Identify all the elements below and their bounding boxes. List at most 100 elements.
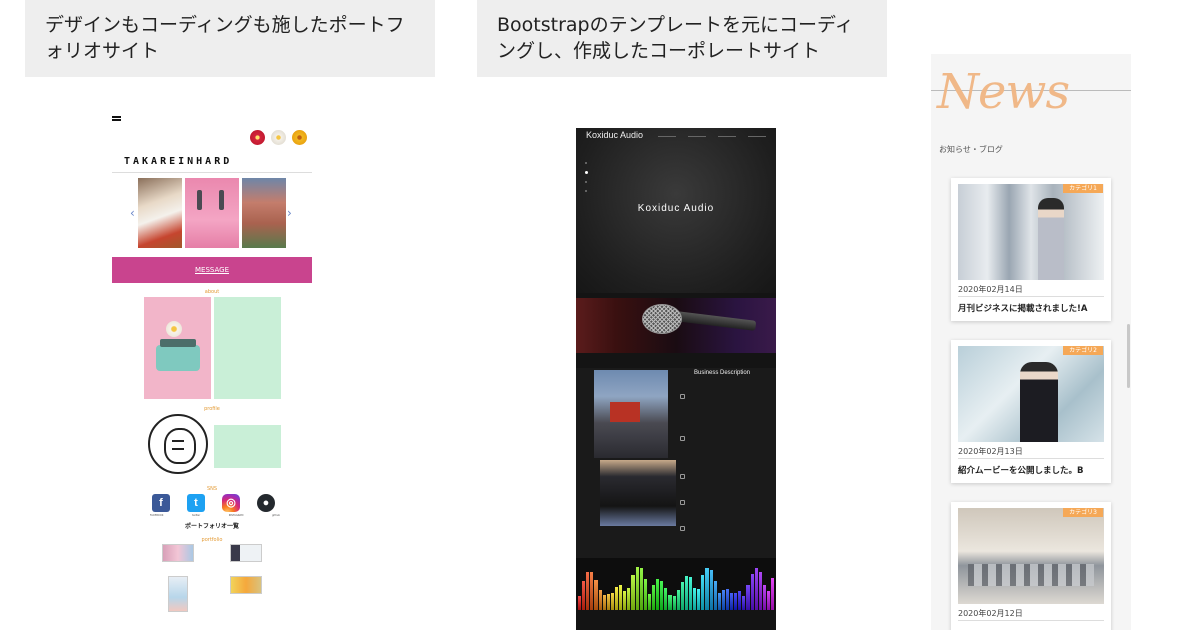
equalizer-bar xyxy=(610,593,614,610)
business-item xyxy=(680,474,770,490)
nav-item[interactable] xyxy=(658,136,676,137)
equalizer-bar xyxy=(676,590,680,610)
nav-item[interactable] xyxy=(748,136,766,137)
nav-item[interactable] xyxy=(718,136,736,137)
category-tag: カテゴリ1 xyxy=(1063,184,1103,193)
hero-title: Koxiduc Audio xyxy=(637,203,715,214)
equalizer-bar xyxy=(647,594,651,610)
lion-illustration xyxy=(148,414,208,474)
news-card[interactable]: カテゴリ3 2020年02月12日 xyxy=(951,502,1111,630)
thumbnail-image xyxy=(168,576,188,612)
portfolio-caption-text: デザインもコーディングも施したポートフォリオサイト xyxy=(45,14,405,63)
equalizer-bar xyxy=(635,567,639,610)
flower-photo-detail xyxy=(166,321,182,337)
instagram-icon[interactable]: ◎ xyxy=(222,494,240,512)
typewriter-photo-detail xyxy=(156,339,200,371)
sns-label: twitter xyxy=(191,514,201,517)
equalizer-bar xyxy=(598,590,602,610)
equalizer-bar xyxy=(619,585,623,610)
category-tag: カテゴリ2 xyxy=(1063,346,1103,355)
equalizer-bar xyxy=(688,577,693,610)
indicator-dot[interactable] xyxy=(585,190,587,192)
github-icon[interactable]: ● xyxy=(257,494,275,512)
equalizer-bar xyxy=(643,579,647,610)
flower-decoration xyxy=(248,128,309,147)
chevron-left-icon[interactable]: ‹ xyxy=(130,206,135,220)
equalizer-graphic xyxy=(576,558,776,610)
news-date: 2020年02月13日 xyxy=(958,447,1023,456)
facebook-icon[interactable]: f xyxy=(152,494,170,512)
category-tag: カテゴリ3 xyxy=(1063,508,1103,517)
equalizer-bar xyxy=(693,588,697,610)
news-date: 2020年02月12日 xyxy=(958,609,1023,618)
nav-item[interactable] xyxy=(688,136,706,137)
equalizer-bar xyxy=(734,593,738,610)
plumeria-yellow-icon xyxy=(290,128,309,147)
business-title: Business Description xyxy=(693,370,751,376)
indicator-dot[interactable] xyxy=(585,162,587,164)
corporate-site-screenshot[interactable]: Koxiduc Audio Koxiduc Audio Business Des… xyxy=(576,128,776,630)
stage-truck-photo xyxy=(594,370,668,458)
pen-icon xyxy=(680,436,685,441)
portfolio-thumbnail[interactable] xyxy=(162,544,194,562)
hamburger-menu-icon[interactable] xyxy=(112,116,121,121)
equalizer-bar xyxy=(623,591,627,610)
speaker-icon xyxy=(680,474,685,479)
equalizer-bar xyxy=(680,582,684,610)
sliders-icon xyxy=(680,500,685,505)
equalizer-bar xyxy=(578,596,582,610)
portfolio-brand: TAKAREINHARD xyxy=(124,156,233,167)
equalizer-bar xyxy=(586,572,590,610)
equalizer-bar xyxy=(762,585,767,610)
thumbnail-image xyxy=(230,544,262,562)
equalizer-bar xyxy=(746,585,750,610)
equalizer-bar xyxy=(660,581,664,610)
slide-hotel xyxy=(242,178,286,248)
image-slider[interactable]: ‹ › xyxy=(112,176,312,254)
hibiscus-red-icon xyxy=(248,128,267,147)
equalizer-bar xyxy=(758,572,762,610)
microphone-banner xyxy=(576,298,776,353)
equalizer-bar xyxy=(725,589,730,610)
news-subtitle: お知らせ・ブログ xyxy=(939,145,1003,154)
hero-subtitle xyxy=(576,220,776,225)
news-section-screenshot[interactable]: News お知らせ・ブログ カテゴリ1 2020年02月14日 月刊ビジネスに掲… xyxy=(931,54,1131,630)
equalizer-bar xyxy=(717,593,721,610)
equalizer-bar xyxy=(738,591,742,610)
portfolio-list-subtitle xyxy=(112,530,312,534)
sns-label: INSTAGRAM xyxy=(228,514,244,517)
portfolio-thumbnail[interactable] xyxy=(230,576,262,594)
equalizer-bar xyxy=(697,589,701,610)
card-divider xyxy=(958,296,1104,297)
news-headline[interactable]: 月刊ビジネスに掲載されました!A xyxy=(958,302,1087,314)
equalizer-bar xyxy=(713,581,717,610)
news-card[interactable]: カテゴリ2 2020年02月13日 紹介ムービーを公開しました。B xyxy=(951,340,1111,483)
equalizer-bar xyxy=(672,596,676,610)
twitter-icon[interactable]: t xyxy=(187,494,205,512)
business-item xyxy=(680,500,770,516)
equalizer-bar xyxy=(701,575,705,610)
sns-label: FACEBOOK xyxy=(150,514,164,517)
portfolio-thumbnail[interactable] xyxy=(230,544,262,562)
portfolio-thumbnail[interactable] xyxy=(168,576,188,612)
scrollbar-thumb[interactable] xyxy=(1127,324,1130,388)
equalizer-bar xyxy=(705,568,709,610)
news-card[interactable]: カテゴリ1 2020年02月14日 月刊ビジネスに掲載されました!A xyxy=(951,178,1111,321)
portfolio-list-title: ポートフォリオ一覧 xyxy=(184,523,239,530)
indicator-dot[interactable] xyxy=(585,181,587,183)
message-link[interactable]: MESSAGE xyxy=(112,257,312,283)
portfolio-site-screenshot[interactable]: TAKAREINHARD ‹ › MESSAGE about profile S… xyxy=(112,112,312,630)
chevron-right-icon[interactable]: › xyxy=(287,206,292,220)
equalizer-bar xyxy=(627,588,631,610)
equalizer-bar xyxy=(664,588,668,610)
business-item xyxy=(680,526,770,534)
microphone-handle xyxy=(675,311,757,331)
corporate-logo[interactable]: Koxiduc Audio xyxy=(586,130,643,140)
top-nav[interactable] xyxy=(658,136,766,137)
news-headline[interactable]: 紹介ムービーを公開しました。B xyxy=(958,464,1083,476)
card-divider xyxy=(958,458,1104,459)
slide-indicator[interactable] xyxy=(585,162,588,199)
indicator-dot-active[interactable] xyxy=(585,171,588,174)
sns-labels: FACEBOOK twitter INSTAGRAM github xyxy=(150,514,280,517)
equalizer-bar xyxy=(754,568,758,610)
